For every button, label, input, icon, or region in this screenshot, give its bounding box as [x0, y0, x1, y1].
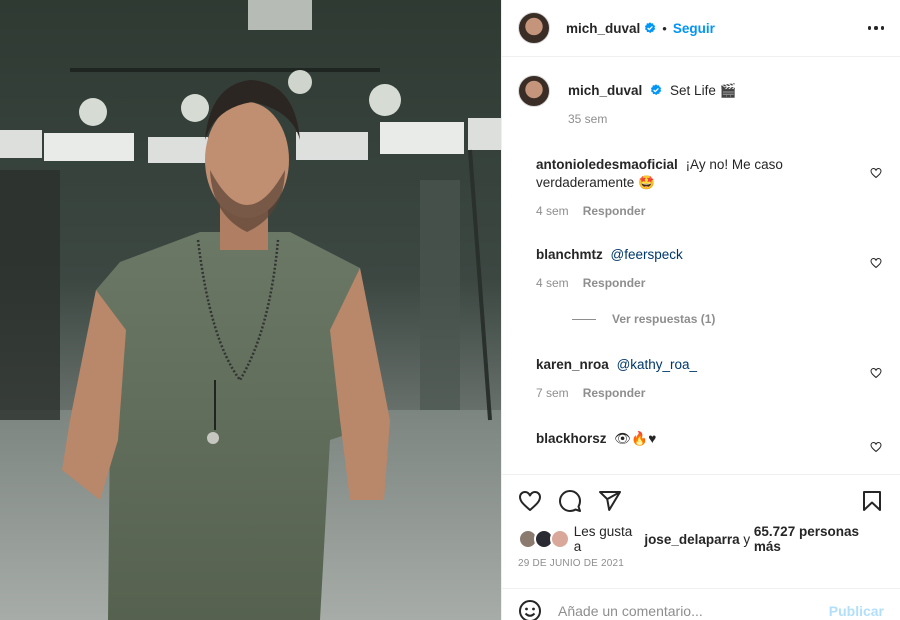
bookmark-icon[interactable]: [860, 489, 884, 513]
likes-prefix: Les gusta a: [573, 524, 633, 554]
share-send-icon[interactable]: [598, 489, 622, 513]
post-view: mich_duval • Seguir mich_duval Set Life …: [0, 0, 900, 620]
view-replies-label: Ver respuestas (1): [612, 312, 716, 326]
comment-row: blanchmtz @feerspeck 4 sem Responder: [518, 239, 884, 290]
likes-summary: Les gusta a jose_delaparra y 65.727 pers…: [518, 524, 884, 554]
more-options-icon[interactable]: [867, 20, 884, 36]
verified-badge-icon: [651, 84, 662, 96]
caption-username[interactable]: mich_duval: [568, 83, 642, 98]
reply-button[interactable]: Responder: [583, 386, 646, 400]
caption-text: Set Life 🎬: [670, 83, 737, 98]
separator-dot: •: [662, 20, 667, 36]
follow-button[interactable]: Seguir: [673, 21, 715, 36]
like-heart-icon[interactable]: [518, 489, 542, 513]
comment-mention[interactable]: @feerspeck: [611, 247, 683, 262]
comment-username[interactable]: blanchmtz: [536, 247, 603, 262]
post-date[interactable]: 29 DE JUNIO DE 2021: [518, 558, 884, 569]
author-username[interactable]: mich_duval: [566, 21, 640, 36]
likes-user[interactable]: jose_delaparra: [644, 532, 739, 547]
comment-time: 7 sem: [536, 386, 569, 400]
reply-button[interactable]: Responder: [583, 204, 646, 218]
comment-username[interactable]: antonioledesmaoficial: [536, 157, 678, 172]
likers-avatars[interactable]: [518, 529, 570, 549]
emoji-smiley-icon[interactable]: [518, 599, 542, 620]
caption-time: 35 sem: [568, 112, 608, 126]
like-comment-heart-icon[interactable]: [870, 257, 882, 269]
comment-mention[interactable]: @kathy_roa_: [617, 357, 698, 372]
reply-button[interactable]: Responder: [583, 276, 646, 290]
comment-bubble-icon[interactable]: [558, 489, 582, 513]
caption-avatar[interactable]: [518, 75, 550, 107]
post-sidebar: mich_duval • Seguir mich_duval Set Life …: [501, 0, 900, 620]
comment-time: 4 sem: [536, 276, 569, 290]
liker-avatar: [550, 529, 570, 549]
post-photo[interactable]: [0, 0, 501, 620]
comments-list[interactable]: mich_duval Set Life 🎬 35 sem antoniolede…: [502, 57, 900, 474]
like-comment-heart-icon[interactable]: [870, 441, 882, 453]
author-avatar[interactable]: [518, 12, 550, 44]
photo-illustration: [0, 0, 501, 620]
like-comment-heart-icon[interactable]: [870, 167, 882, 179]
view-replies-button[interactable]: Ver respuestas (1): [572, 312, 715, 326]
likes-count[interactable]: 65.727 personas más: [754, 524, 884, 554]
publish-button[interactable]: Publicar: [829, 603, 884, 619]
post-actions: Les gusta a jose_delaparra y 65.727 pers…: [502, 474, 900, 620]
comment-text: 👁🔥♥: [614, 431, 657, 446]
comment-row: antonioledesmaoficial ¡Ay no! Me caso ve…: [518, 149, 884, 218]
verified-badge-icon: [645, 22, 656, 34]
comment-row: blackhorsz 👁🔥♥: [518, 423, 884, 453]
post-header: mich_duval • Seguir: [502, 0, 900, 57]
caption: mich_duval Set Life 🎬 35 sem: [518, 75, 884, 139]
comment-username[interactable]: karen_nroa: [536, 357, 609, 372]
comment-input[interactable]: [558, 602, 829, 619]
like-comment-heart-icon[interactable]: [870, 367, 882, 379]
comment-row: karen_nroa @kathy_roa_ 7 sem Responder: [518, 349, 884, 400]
replies-line: [572, 318, 596, 320]
comment-username[interactable]: blackhorsz: [536, 431, 607, 446]
likes-connector: y: [743, 531, 751, 547]
add-comment-bar: Publicar: [502, 588, 900, 620]
comment-time: 4 sem: [536, 204, 569, 218]
